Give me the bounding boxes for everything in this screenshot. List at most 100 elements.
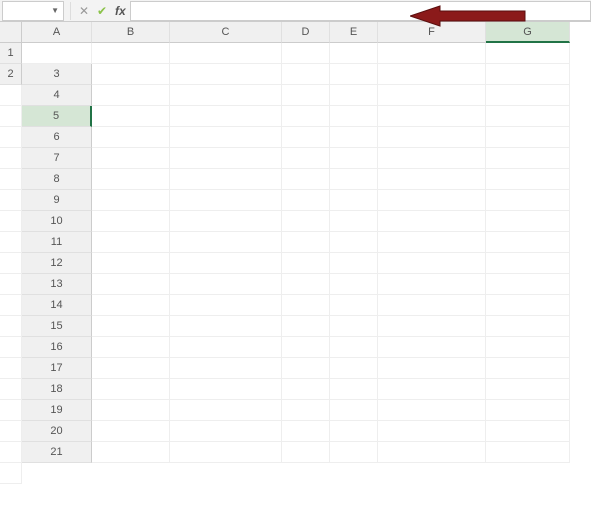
cell[interactable] xyxy=(378,379,486,400)
cell[interactable] xyxy=(378,421,486,442)
cell[interactable] xyxy=(92,43,170,64)
cell[interactable] xyxy=(170,400,282,421)
cell[interactable] xyxy=(486,190,570,211)
cell[interactable] xyxy=(92,379,170,400)
cell[interactable] xyxy=(330,106,378,127)
cell[interactable] xyxy=(330,379,378,400)
cell[interactable] xyxy=(170,64,282,85)
row-header-16[interactable]: 16 xyxy=(22,337,92,358)
cell[interactable] xyxy=(378,358,486,379)
cell[interactable] xyxy=(486,400,570,421)
cell[interactable] xyxy=(92,274,170,295)
cell[interactable] xyxy=(378,169,486,190)
cell[interactable] xyxy=(92,253,170,274)
fx-icon[interactable]: fx xyxy=(115,4,126,18)
cell[interactable] xyxy=(282,421,330,442)
col-header-B[interactable]: B xyxy=(92,22,170,43)
cell[interactable] xyxy=(486,148,570,169)
cell[interactable] xyxy=(282,253,330,274)
cell[interactable] xyxy=(282,358,330,379)
cell[interactable] xyxy=(486,64,570,85)
cell[interactable] xyxy=(486,316,570,337)
cell[interactable] xyxy=(170,106,282,127)
cell[interactable] xyxy=(0,148,22,169)
cell[interactable] xyxy=(378,127,486,148)
cell[interactable] xyxy=(0,169,22,190)
cell[interactable] xyxy=(92,106,170,127)
cell[interactable] xyxy=(92,442,170,463)
cell[interactable] xyxy=(92,85,170,106)
cell[interactable] xyxy=(282,148,330,169)
cell[interactable] xyxy=(282,337,330,358)
cell[interactable] xyxy=(170,442,282,463)
row-header-20[interactable]: 20 xyxy=(22,421,92,442)
cell[interactable] xyxy=(92,148,170,169)
col-header-A[interactable]: A xyxy=(22,22,92,43)
cell[interactable] xyxy=(330,232,378,253)
cell[interactable] xyxy=(486,232,570,253)
cell[interactable] xyxy=(170,43,282,64)
row-header-12[interactable]: 12 xyxy=(22,253,92,274)
name-box[interactable]: ▼ xyxy=(2,1,64,21)
cell[interactable] xyxy=(378,85,486,106)
cell[interactable] xyxy=(330,316,378,337)
col-header-C[interactable]: C xyxy=(170,22,282,43)
cell[interactable] xyxy=(330,337,378,358)
cell[interactable] xyxy=(486,106,570,127)
cell[interactable] xyxy=(330,169,378,190)
cell[interactable] xyxy=(282,106,330,127)
cell[interactable] xyxy=(282,211,330,232)
cell[interactable] xyxy=(92,127,170,148)
cell[interactable] xyxy=(170,169,282,190)
cell[interactable] xyxy=(0,400,22,421)
cell[interactable] xyxy=(378,64,486,85)
cell[interactable] xyxy=(0,232,22,253)
cell[interactable] xyxy=(282,127,330,148)
cell[interactable] xyxy=(0,85,22,106)
cell[interactable] xyxy=(486,127,570,148)
cell[interactable] xyxy=(378,253,486,274)
cell[interactable] xyxy=(486,337,570,358)
cell[interactable] xyxy=(0,274,22,295)
cell[interactable] xyxy=(330,211,378,232)
cell[interactable] xyxy=(378,316,486,337)
cell[interactable] xyxy=(378,232,486,253)
row-header-5[interactable]: 5 xyxy=(22,106,92,127)
cell[interactable] xyxy=(330,43,378,64)
row-header-15[interactable]: 15 xyxy=(22,316,92,337)
cell[interactable] xyxy=(170,337,282,358)
cell[interactable] xyxy=(330,85,378,106)
row-header-14[interactable]: 14 xyxy=(22,295,92,316)
row-header-8[interactable]: 8 xyxy=(22,169,92,190)
cell[interactable] xyxy=(378,337,486,358)
row-header-21[interactable]: 21 xyxy=(22,442,92,463)
cell[interactable] xyxy=(330,253,378,274)
cell[interactable] xyxy=(170,211,282,232)
cell[interactable] xyxy=(170,253,282,274)
cell[interactable] xyxy=(92,316,170,337)
cell[interactable] xyxy=(0,358,22,379)
row-header-4[interactable]: 4 xyxy=(22,85,92,106)
cell[interactable] xyxy=(330,148,378,169)
cell[interactable] xyxy=(170,358,282,379)
cell[interactable] xyxy=(92,64,170,85)
cell[interactable] xyxy=(330,127,378,148)
cell[interactable] xyxy=(282,64,330,85)
cell[interactable] xyxy=(92,337,170,358)
cell[interactable] xyxy=(0,337,22,358)
row-header-19[interactable]: 19 xyxy=(22,400,92,421)
cell[interactable] xyxy=(330,358,378,379)
cell[interactable] xyxy=(92,232,170,253)
cell[interactable] xyxy=(282,85,330,106)
cell[interactable] xyxy=(170,190,282,211)
row-header-13[interactable]: 13 xyxy=(22,274,92,295)
cell[interactable] xyxy=(0,253,22,274)
cell[interactable] xyxy=(170,421,282,442)
row-header-7[interactable]: 7 xyxy=(22,148,92,169)
cell[interactable] xyxy=(330,442,378,463)
col-header-E[interactable]: E xyxy=(330,22,378,43)
cell[interactable] xyxy=(170,127,282,148)
cell[interactable] xyxy=(378,295,486,316)
cell[interactable] xyxy=(92,421,170,442)
cell[interactable] xyxy=(0,106,22,127)
